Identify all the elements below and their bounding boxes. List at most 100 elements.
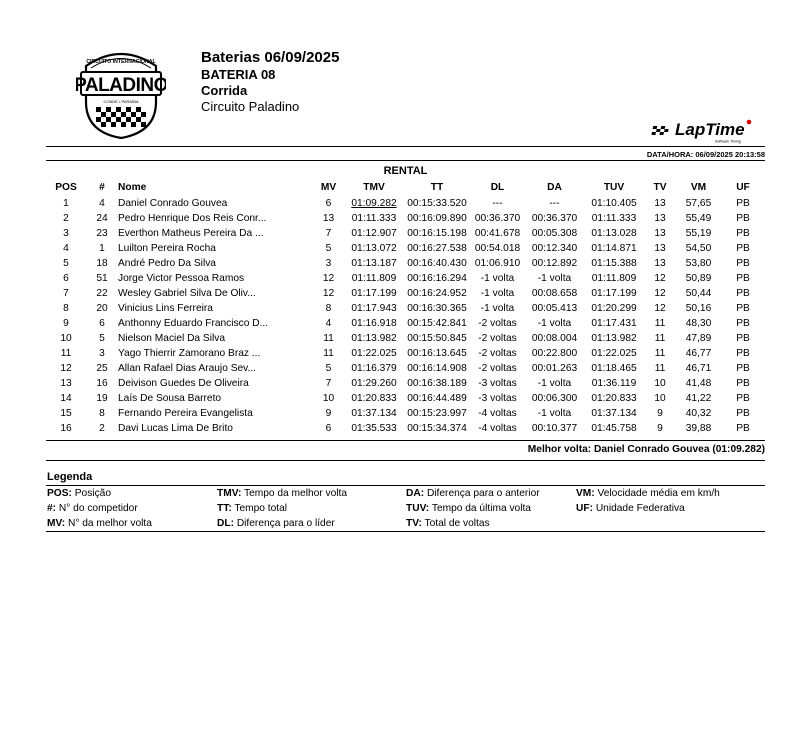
cell-vm: 41,48 bbox=[685, 378, 712, 389]
cell-da: 00:36.370 bbox=[531, 213, 578, 224]
cell-uf: PB bbox=[736, 378, 750, 389]
legend-item: TT: Tempo total bbox=[217, 503, 288, 514]
table-row: 14 19 Laís De Sousa Barreto 10 01:20.833 00:1… bbox=[46, 391, 765, 406]
cell-tv: 12 bbox=[654, 303, 666, 314]
column-header: POS bbox=[55, 182, 77, 193]
cell-tmv: 01:17.943 bbox=[351, 303, 397, 314]
cell-tuv: 01:11.809 bbox=[591, 273, 637, 284]
table-row: 10 5 Nielson Maciel Da Silva 11 01:13.982 00:… bbox=[46, 331, 765, 346]
cell-dl: -3 voltas bbox=[478, 378, 517, 389]
cell-pos: 10 bbox=[60, 333, 72, 344]
cell-tuv: 01:18.465 bbox=[591, 363, 637, 374]
session-type: Corrida bbox=[201, 83, 248, 98]
legend-item: DA: Diferença para o anterior bbox=[406, 488, 540, 499]
svg-text:Software Timing: Software Timing bbox=[715, 140, 741, 144]
cell-dl: --- bbox=[492, 198, 503, 209]
table-row: 16 2 Davi Lucas Lima De Brito 6 01:35.533 00:… bbox=[46, 421, 765, 436]
cell-num: 5 bbox=[99, 333, 105, 344]
cell-mv: 8 bbox=[325, 303, 332, 314]
table-row: 13 16 Deivison Guedes De Oliveira 7 01:29.26… bbox=[46, 376, 765, 391]
cell-dl: -2 voltas bbox=[478, 363, 517, 374]
cell-vm: 50,44 bbox=[685, 288, 712, 299]
cell-tmv: 01:22.025 bbox=[351, 348, 397, 359]
cell-tuv: 01:15.388 bbox=[591, 258, 637, 269]
cell-pos: 16 bbox=[60, 423, 72, 434]
legend-item: POS: Posição bbox=[47, 488, 111, 499]
cell-vm: 46,71 bbox=[685, 363, 712, 374]
column-header: # bbox=[99, 182, 105, 193]
cell-tt: 00:16:14.908 bbox=[407, 363, 467, 374]
cell-num: 2 bbox=[99, 423, 105, 434]
cell-tt: 00:16:15.198 bbox=[407, 228, 467, 239]
legend-item: TUV: Tempo da última volta bbox=[406, 503, 531, 514]
cell-tuv: 01:20.299 bbox=[591, 303, 637, 314]
cell-mv: 6 bbox=[325, 198, 332, 209]
cell-dl: -2 voltas bbox=[478, 333, 517, 344]
cell-vm: 47,89 bbox=[685, 333, 712, 344]
cell-tmv: 01:29.260 bbox=[351, 378, 397, 389]
cell-tmv: 01:11.809 bbox=[351, 273, 397, 284]
cell-pos: 4 bbox=[63, 243, 69, 254]
legend-item: DL: Diferença para o líder bbox=[217, 518, 335, 529]
cell-tmv: 01:20.833 bbox=[351, 393, 397, 404]
cell-nome: Vinicius Lins Ferreira bbox=[118, 303, 213, 314]
cell-num: 20 bbox=[96, 303, 108, 314]
cell-tv: 10 bbox=[654, 378, 666, 389]
cell-tuv: 01:20.833 bbox=[591, 393, 637, 404]
table-row: 5 18 André Pedro Da Silva 3 01:13.187 00:16:4… bbox=[46, 256, 765, 271]
cell-da: -1 volta bbox=[537, 408, 572, 419]
cell-nome: Daniel Conrado Gouvea bbox=[118, 198, 228, 209]
circuit-name: Circuito Paladino bbox=[201, 99, 300, 114]
cell-pos: 15 bbox=[60, 408, 72, 419]
svg-text:CONDE • PARAÍBA: CONDE • PARAÍBA bbox=[103, 99, 138, 104]
cell-tuv: 01:13.982 bbox=[591, 333, 637, 344]
column-header: VM bbox=[690, 182, 707, 193]
cell-pos: 5 bbox=[63, 258, 69, 269]
cell-nome: Jorge Victor Pessoa Ramos bbox=[118, 273, 245, 284]
cell-da: -1 volta bbox=[537, 318, 572, 329]
cell-dl: 00:36.370 bbox=[474, 213, 521, 224]
cell-vm: 57,65 bbox=[685, 198, 712, 209]
cell-num: 19 bbox=[96, 393, 108, 404]
legend-item: MV: N° da melhor volta bbox=[47, 518, 152, 529]
cell-num: 4 bbox=[99, 198, 105, 209]
cell-pos: 14 bbox=[60, 393, 72, 404]
column-header: TMV bbox=[363, 182, 385, 193]
cell-mv: 7 bbox=[325, 378, 332, 389]
cell-tmv: 01:12.907 bbox=[351, 228, 397, 239]
cell-num: 25 bbox=[96, 363, 108, 374]
cell-pos: 9 bbox=[63, 318, 69, 329]
report-title: Baterias 06/09/2025 bbox=[201, 49, 340, 66]
cell-tv: 13 bbox=[654, 228, 666, 239]
cell-nome: Yago Thierrir Zamorano Braz ... bbox=[118, 348, 261, 359]
table-row: 4 1 Luilton Pereira Rocha 5 01:13.072 00:16:2… bbox=[46, 241, 765, 256]
cell-tuv: 01:37.134 bbox=[591, 408, 637, 419]
cell-tv: 13 bbox=[654, 243, 666, 254]
datetime-stamp: DATA/HORA: 06/09/2025 20:13:58 bbox=[646, 150, 765, 159]
cell-dl: -4 voltas bbox=[478, 408, 517, 419]
column-header: TV bbox=[653, 182, 667, 193]
cell-nome: André Pedro Da Silva bbox=[118, 258, 216, 269]
cell-tt: 00:16:44.489 bbox=[407, 393, 467, 404]
header-rule bbox=[46, 146, 765, 147]
cell-nome: Deivison Guedes De Oliveira bbox=[118, 378, 249, 389]
cell-pos: 2 bbox=[63, 213, 69, 224]
table-row: 11 3 Yago Thierrir Zamorano Braz ... 11 01:2… bbox=[46, 346, 765, 361]
cell-uf: PB bbox=[736, 243, 750, 254]
cell-da: 00:06.300 bbox=[531, 393, 578, 404]
legend-item: UF: Unidade Federativa bbox=[576, 503, 685, 514]
cell-mv: 6 bbox=[325, 423, 332, 434]
legend-rule bbox=[46, 485, 765, 486]
cell-uf: PB bbox=[736, 273, 750, 284]
category-title: RENTAL bbox=[383, 165, 428, 177]
cell-num: 6 bbox=[99, 318, 105, 329]
cell-mv: 9 bbox=[325, 408, 332, 419]
cell-tmv: 01:17.199 bbox=[351, 288, 397, 299]
cell-tmv: 01:11.333 bbox=[351, 213, 397, 224]
cell-tv: 13 bbox=[654, 198, 666, 209]
cell-da: 00:08.658 bbox=[531, 288, 578, 299]
cell-dl: 01:06.910 bbox=[474, 258, 521, 269]
cell-dl: -4 voltas bbox=[478, 423, 517, 434]
svg-text:LapTime: LapTime bbox=[675, 120, 745, 139]
table-bottom-rule bbox=[46, 440, 765, 441]
